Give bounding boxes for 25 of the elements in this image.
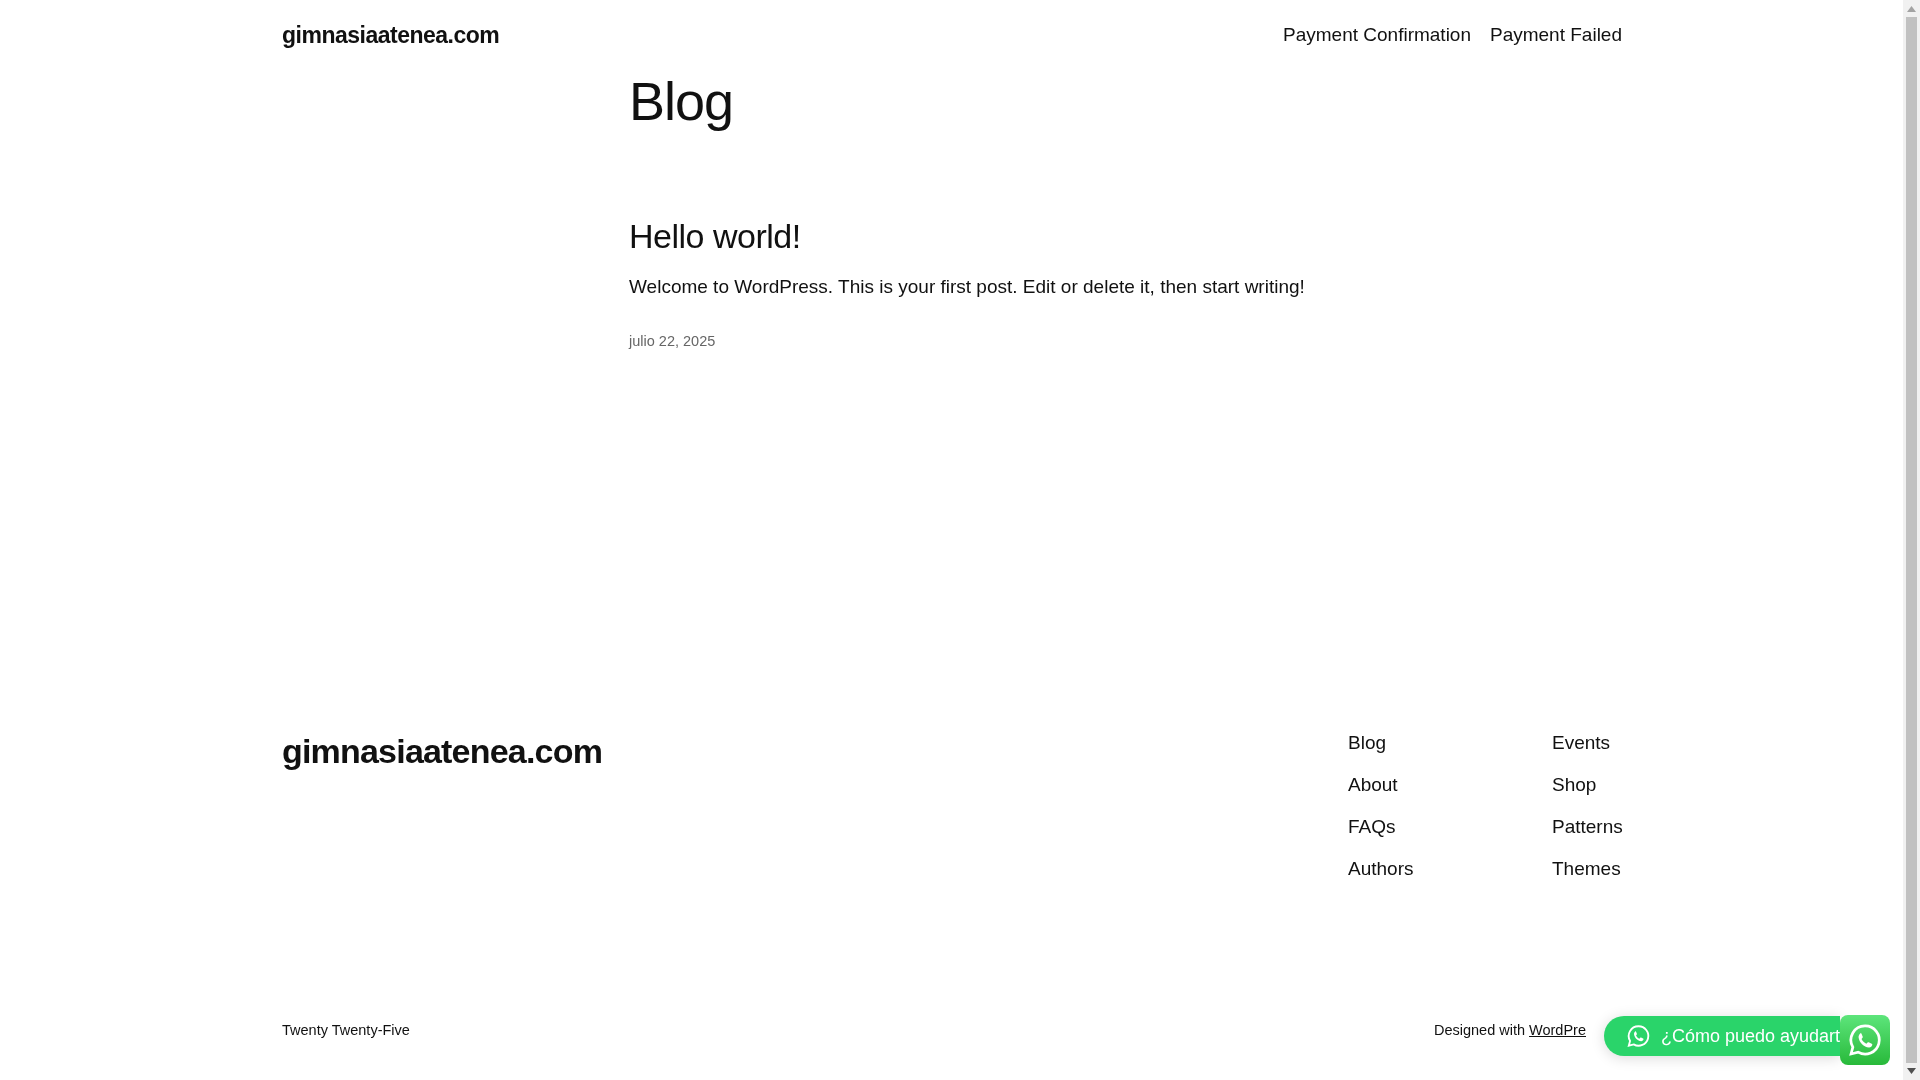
post-date: julio 22, 2025	[629, 333, 716, 349]
footer-nav-link[interactable]: Events	[1552, 732, 1622, 754]
theme-name: Twenty Twenty-Five	[282, 1022, 410, 1038]
credit-text: Designed with	[1433, 1022, 1526, 1038]
wordpress-link[interactable]: WordPre	[1529, 1022, 1586, 1038]
scroll-up-icon[interactable]	[1907, 6, 1916, 12]
chat-bubble-icon	[1626, 1023, 1651, 1049]
footer-nav-link[interactable]: Blog	[1348, 732, 1552, 754]
nav-link[interactable]: Payment Confirmation	[1283, 24, 1471, 46]
nav-link[interactable]: Payment Failed	[1490, 24, 1622, 46]
footer-nav-link[interactable]: Themes	[1552, 858, 1622, 880]
site-title-link[interactable]: gimnasiaatenea.com	[282, 21, 500, 49]
footer-nav-link[interactable]: Authors	[1348, 858, 1552, 880]
scrollbar[interactable]	[1903, 0, 1920, 1080]
footer-site-title-link[interactable]: gimnasiaatenea.com	[282, 732, 603, 770]
scroll-down-icon[interactable]	[1907, 1068, 1916, 1074]
post-excerpt: Welcome to WordPress. This is your first post. Edit or delete it, then start writing!	[629, 276, 1306, 298]
footer-nav-link[interactable]: FAQs	[1348, 816, 1552, 838]
footer-nav-link[interactable]: Patterns	[1552, 816, 1622, 838]
footer-nav-link[interactable]: Shop	[1552, 774, 1622, 796]
chat-launcher-button[interactable]	[1840, 1015, 1890, 1065]
post-title-link[interactable]: Hello world!	[629, 217, 801, 255]
page-title: Blog	[629, 70, 735, 132]
chat-bubble-icon	[1847, 1022, 1883, 1058]
footer-nav-link[interactable]: About	[1348, 774, 1552, 796]
